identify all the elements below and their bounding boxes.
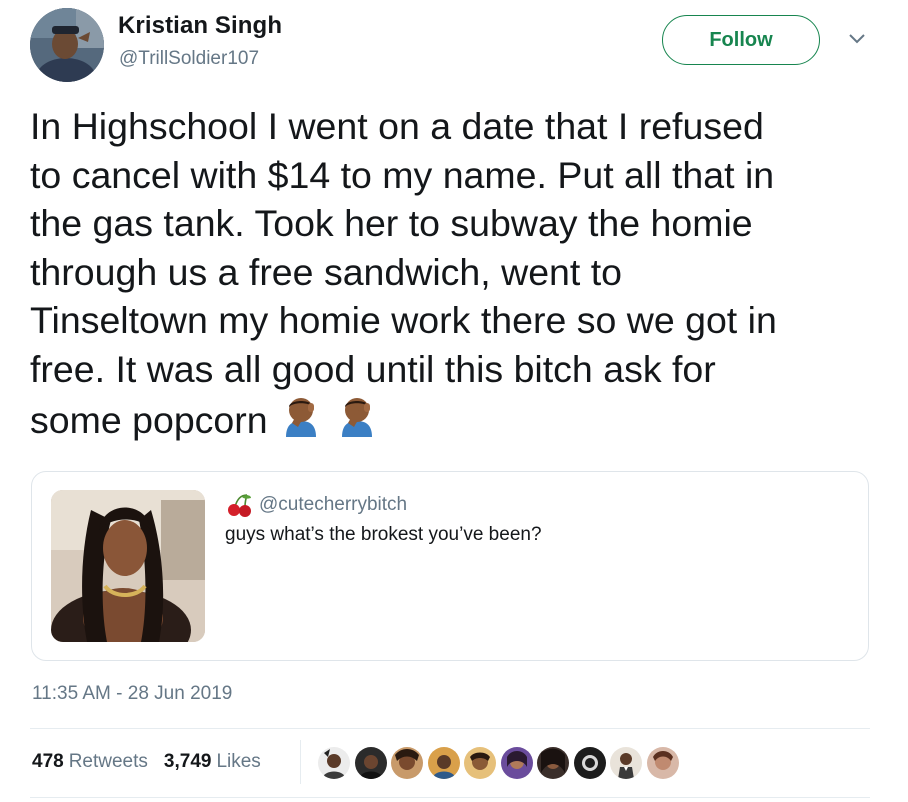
tweet-line: to cancel with $14 to my name. Put all t… [30, 153, 775, 196]
tweet-line-text: some popcorn [30, 399, 268, 441]
likes-label: Likes [216, 751, 261, 772]
chevron-down-icon[interactable] [847, 32, 867, 46]
stats-separator [300, 740, 301, 784]
tweet-line: the gas tank. Took her to subway the hom… [30, 202, 753, 244]
tweet-timestamp[interactable]: 11:35 AM - 28 Jun 2019 [32, 683, 232, 705]
tweet-line: through us a free sandwich, went to [30, 250, 623, 293]
tweet-line: Tinseltown my homie work there so we got… [30, 299, 777, 341]
liker-avatar[interactable] [644, 745, 681, 781]
author-handle[interactable]: @TrillSoldier107 [119, 48, 259, 70]
facepalm-emoji-icon [278, 393, 324, 439]
liker-avatar[interactable] [498, 745, 535, 781]
cherry-icon [228, 494, 251, 517]
tweet-text: In Highschool I went on a date that I re… [30, 102, 890, 445]
quoted-tweet-handle[interactable]: @cutecherrybitch [259, 494, 407, 516]
tweet-stats: 478 Retweets 3,749 Likes [32, 751, 261, 773]
liker-avatar[interactable] [352, 745, 389, 781]
liker-avatar[interactable] [462, 745, 498, 781]
likes-stat[interactable]: 3,749 Likes [164, 751, 261, 773]
liker-avatars [316, 745, 681, 781]
retweets-label: Retweets [68, 751, 148, 772]
liker-avatar[interactable] [389, 745, 425, 781]
likes-count: 3,749 [163, 751, 212, 772]
retweets-stat[interactable]: 478 Retweets [32, 751, 148, 773]
quoted-tweet-header: @cutecherrybitch [227, 493, 407, 517]
liker-avatar[interactable] [425, 745, 462, 781]
tweet-line: In Highschool I went on a date that I re… [30, 105, 764, 147]
liker-avatar[interactable] [608, 745, 644, 781]
retweets-count: 478 [32, 751, 64, 772]
divider [30, 797, 870, 798]
liker-avatar[interactable] [571, 745, 608, 781]
liker-avatar[interactable] [535, 745, 571, 781]
follow-button[interactable]: Follow [662, 15, 820, 65]
facepalm-emoji-icon [334, 393, 380, 439]
tweet-line: free. It was all good until this bitch a… [30, 347, 716, 390]
liker-avatar[interactable] [316, 745, 352, 781]
quoted-tweet-text: guys what’s the brokest you’ve been? [225, 524, 542, 545]
tweet-line-last: some popcorn [30, 393, 890, 445]
author-avatar[interactable] [30, 8, 104, 82]
divider [30, 728, 870, 729]
quoted-tweet-card[interactable]: @cutecherrybitch guys what’s the brokest… [31, 471, 869, 661]
author-name[interactable]: Kristian Singh [118, 12, 282, 40]
quoted-tweet-image[interactable] [51, 490, 205, 642]
